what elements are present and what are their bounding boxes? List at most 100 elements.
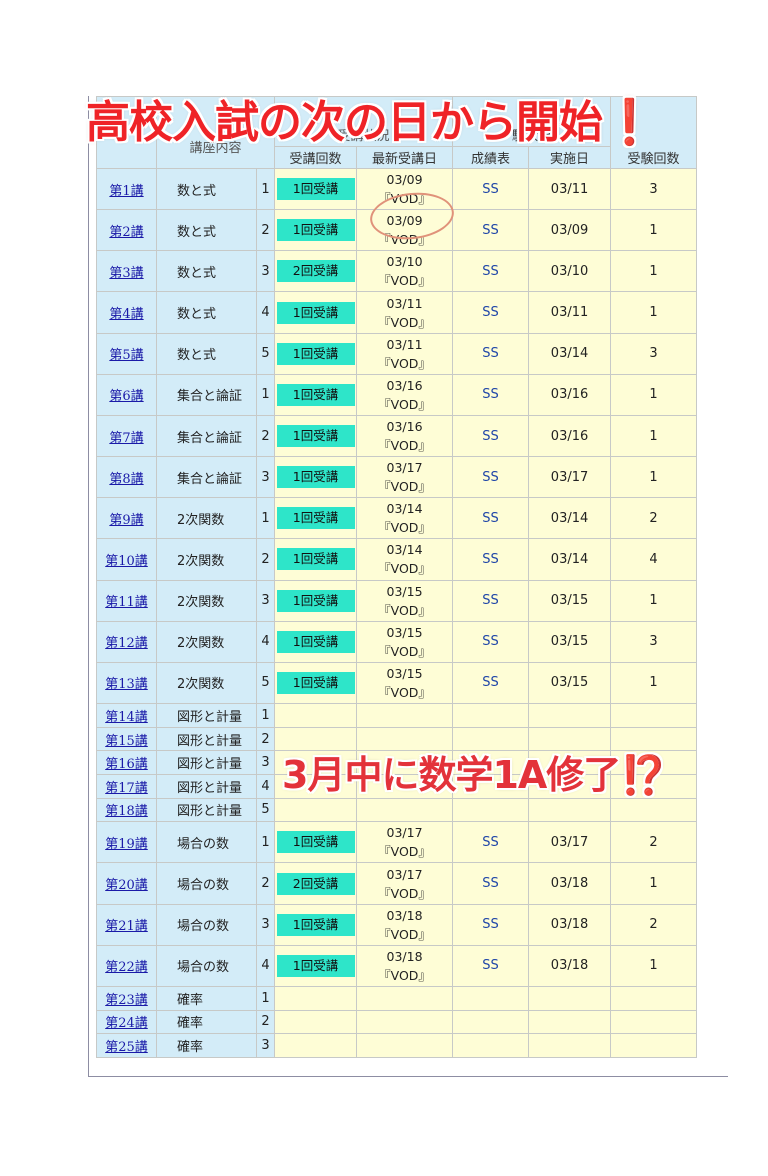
table-row: 第10講 2次関数 2 1回受講 03/14 『VOD』 SS 03/14 4	[96, 538, 698, 581]
attend-button[interactable]: 1回受講	[276, 913, 355, 936]
lecture-link[interactable]: 第17講	[105, 781, 148, 796]
course-name: 場合の数	[177, 919, 230, 935]
grades-link[interactable]: SS	[482, 305, 499, 320]
grades-link[interactable]: SS	[482, 835, 499, 850]
attend-button[interactable]: 1回受講	[276, 466, 355, 489]
last-attend-date: 03/11	[386, 295, 423, 311]
lecture-link[interactable]: 第21講	[105, 919, 148, 934]
lecture-cell: 第14講	[96, 703, 157, 728]
exam-date-cell: 03/18	[528, 944, 612, 987]
attend-button[interactable]: 1回受講	[276, 219, 355, 242]
last-attend-cell: 03/14 『VOD』	[356, 497, 454, 540]
last-attend-date: 03/16	[386, 377, 423, 393]
lecture-link[interactable]: 第13講	[105, 677, 148, 692]
exam-count-cell: 1	[610, 291, 698, 334]
last-attend-date: 03/15	[386, 583, 423, 599]
attend-button[interactable]: 2回受講	[276, 872, 355, 895]
lecture-cell: 第19講	[96, 821, 157, 864]
lecture-link[interactable]: 第6講	[109, 389, 143, 404]
attend-button[interactable]: 1回受講	[276, 383, 355, 406]
lecture-link[interactable]: 第23講	[105, 993, 148, 1008]
lecture-link[interactable]: 第3講	[109, 266, 143, 281]
course-number: 4	[261, 305, 270, 321]
grades-link[interactable]: SS	[482, 917, 499, 932]
exam-count: 1	[649, 222, 658, 238]
attend-button[interactable]: 1回受講	[276, 342, 355, 365]
lecture-link[interactable]: 第10講	[105, 554, 148, 569]
lecture-link[interactable]: 第1講	[109, 184, 143, 199]
attend-button[interactable]: 1回受講	[276, 548, 355, 571]
grades-link[interactable]: SS	[482, 552, 499, 567]
lecture-link[interactable]: 第22講	[105, 960, 148, 975]
lecture-link[interactable]: 第14講	[105, 710, 148, 725]
lecture-link[interactable]: 第9講	[109, 513, 143, 528]
lecture-cell: 第16講	[96, 750, 157, 775]
attend-button[interactable]: 1回受講	[276, 589, 355, 612]
vod-label: 『VOD』	[378, 396, 431, 412]
table-row: 第23講 確率 1	[96, 985, 698, 1011]
course-number: 4	[261, 634, 270, 650]
grades-link[interactable]: SS	[482, 634, 499, 649]
course-number: 3	[261, 593, 270, 609]
exam-count-cell: 1	[610, 944, 698, 987]
course-num-cell: 4	[255, 291, 276, 334]
lecture-link[interactable]: 第2講	[109, 225, 143, 240]
grades-link[interactable]: SS	[482, 470, 499, 485]
lecture-link[interactable]: 第19講	[105, 837, 148, 852]
attend-button[interactable]: 1回受講	[276, 301, 355, 324]
grades-link[interactable]: SS	[482, 511, 499, 526]
lecture-link[interactable]: 第8講	[109, 472, 143, 487]
course-name: 2次関数	[177, 636, 225, 652]
lecture-link[interactable]: 第5講	[109, 348, 143, 363]
last-attend-cell: 03/16 『VOD』	[356, 414, 454, 458]
grades-link[interactable]: SS	[482, 958, 499, 973]
exam-date: 03/17	[550, 834, 589, 850]
attend-button[interactable]: 2回受講	[276, 260, 355, 283]
course-num-cell: 3	[255, 579, 276, 622]
grades-link[interactable]: SS	[482, 223, 499, 238]
frame-border-left	[88, 96, 89, 1077]
course-num-cell: 2	[255, 414, 276, 458]
table-row: 第11講 2次関数 3 1回受講 03/15 『VOD』 SS 03/15 1	[96, 579, 698, 622]
attend-button[interactable]: 1回受講	[276, 671, 355, 694]
attend-cell: 1回受講	[274, 944, 358, 987]
exam-count-cell	[610, 985, 698, 1011]
attend-button[interactable]: 1回受講	[276, 425, 355, 448]
exam-date-cell: 03/14	[528, 538, 612, 581]
grades-link[interactable]: SS	[482, 429, 499, 444]
lecture-link[interactable]: 第18講	[105, 804, 148, 819]
grades-cell: SS	[452, 821, 530, 864]
grades-link[interactable]: SS	[482, 264, 499, 279]
lecture-link[interactable]: 第11講	[105, 595, 148, 610]
grades-cell: SS	[452, 167, 530, 211]
grades-link[interactable]: SS	[482, 182, 499, 197]
lecture-link[interactable]: 第15講	[105, 734, 148, 749]
attend-button[interactable]: 1回受講	[276, 831, 355, 854]
lecture-link[interactable]: 第4講	[109, 307, 143, 322]
lecture-link[interactable]: 第24講	[105, 1016, 148, 1031]
lecture-cell: 第23講	[96, 985, 157, 1011]
attend-cell: 1回受講	[274, 579, 358, 622]
course-cell: 場合の数	[156, 862, 257, 905]
grades-link[interactable]: SS	[482, 876, 499, 891]
grades-link[interactable]: SS	[482, 593, 499, 608]
grades-link[interactable]: SS	[482, 346, 499, 361]
exam-count-cell: 2	[610, 903, 698, 946]
attend-button[interactable]: 1回受講	[276, 630, 355, 653]
course-number: 4	[261, 778, 270, 794]
last-attend-cell	[356, 985, 454, 1011]
attend-cell	[274, 1033, 358, 1058]
attend-button[interactable]: 1回受講	[276, 507, 355, 530]
lecture-link[interactable]: 第16講	[105, 757, 148, 772]
lecture-link[interactable]: 第7講	[109, 431, 143, 446]
lecture-link[interactable]: 第20講	[105, 878, 148, 893]
grades-link[interactable]: SS	[482, 387, 499, 402]
last-attend-value: 03/15 『VOD』	[357, 623, 452, 661]
attend-button[interactable]: 1回受講	[276, 954, 355, 977]
vod-label: 『VOD』	[378, 643, 431, 659]
grades-link[interactable]: SS	[482, 675, 499, 690]
attend-button[interactable]: 1回受講	[276, 178, 355, 201]
lecture-link[interactable]: 第25講	[105, 1040, 148, 1055]
exam-date: 03/11	[550, 181, 589, 197]
lecture-link[interactable]: 第12講	[105, 636, 148, 651]
